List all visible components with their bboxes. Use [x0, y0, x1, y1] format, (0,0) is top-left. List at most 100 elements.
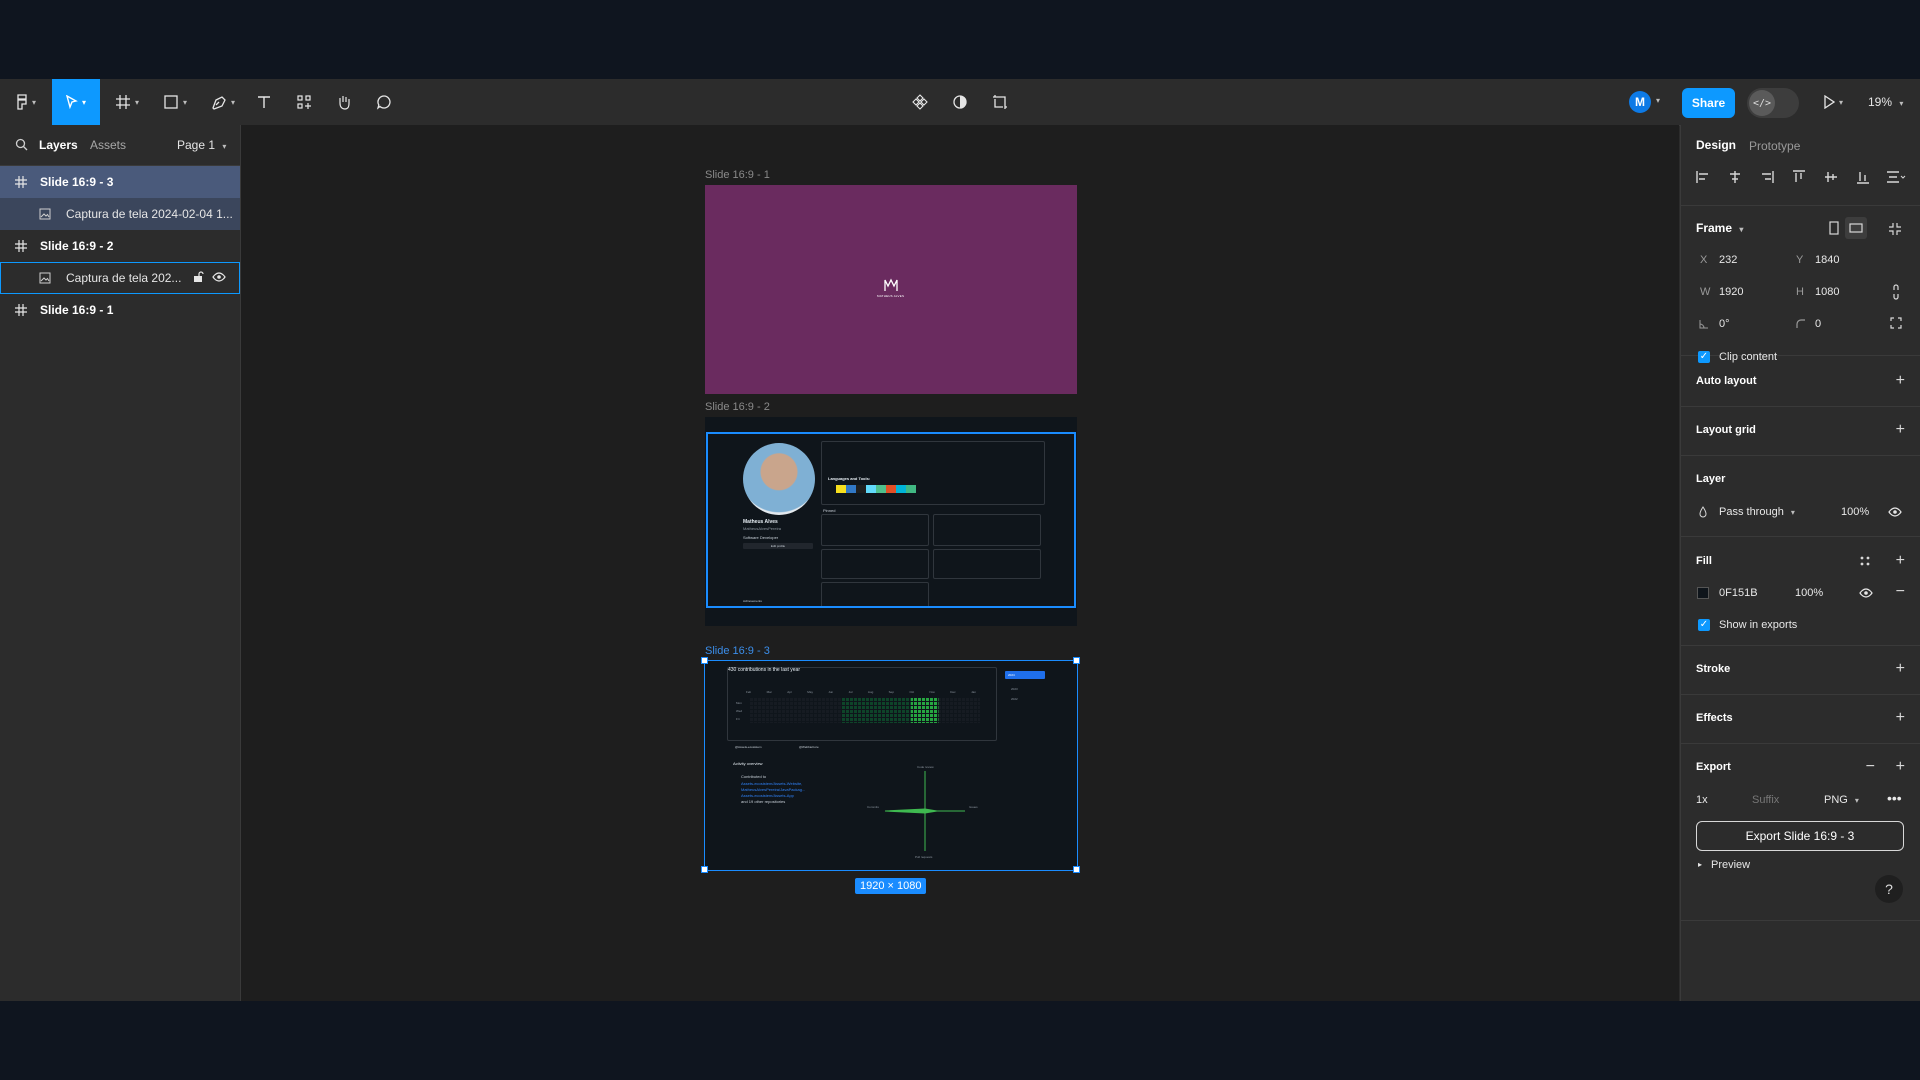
height-input[interactable]: 1080	[1815, 286, 1839, 298]
avatar[interactable]: M	[1629, 91, 1651, 113]
image-icon	[39, 208, 55, 220]
add-layout-grid-button[interactable]: +	[1896, 422, 1905, 438]
align-center-h-icon[interactable]	[1728, 170, 1742, 184]
add-export-button[interactable]: +	[1896, 759, 1905, 775]
fill-color-swatch[interactable]	[1697, 587, 1709, 599]
comment-tool-button[interactable]	[372, 79, 396, 125]
resize-handle[interactable]	[701, 657, 708, 664]
layer-label: Slide 16:9 - 3	[40, 175, 114, 189]
layer-item-image[interactable]: Captura de tela 202...	[0, 262, 240, 294]
style-grid-icon[interactable]	[1859, 555, 1871, 567]
tab-design[interactable]: Design	[1696, 138, 1736, 152]
zoom-dropdown[interactable]: 19% ▾	[1868, 95, 1903, 109]
effects-section: Effects +	[1681, 695, 1920, 744]
slide-2-frame[interactable]: Matheus Alves MatheusAlvesPereira Softwa…	[705, 417, 1077, 626]
image-icon	[39, 272, 55, 284]
independent-corners-icon[interactable]	[1890, 317, 1902, 329]
constrain-proportions-icon[interactable]	[1892, 284, 1900, 300]
resize-handle[interactable]	[1073, 657, 1080, 664]
align-bottom-icon[interactable]	[1856, 170, 1870, 184]
export-format-dropdown[interactable]: PNG ▾	[1824, 794, 1859, 806]
eye-icon[interactable]	[1859, 588, 1873, 598]
frame-hash-icon	[15, 240, 31, 252]
text-tool-button[interactable]	[252, 79, 276, 125]
add-auto-layout-button[interactable]: +	[1896, 373, 1905, 389]
align-right-icon[interactable]	[1760, 170, 1774, 184]
remove-fill-button[interactable]: −	[1896, 584, 1905, 600]
main-menu-button[interactable]: ▾	[10, 79, 42, 125]
eye-icon[interactable]	[1888, 507, 1902, 517]
pen-tool-button[interactable]: ▾	[204, 79, 242, 125]
help-button[interactable]: ?	[1875, 875, 1903, 903]
component-diamond-icon	[912, 94, 928, 110]
resources-tool-button[interactable]	[292, 79, 316, 125]
remove-export-button[interactable]: −	[1866, 759, 1875, 775]
crop-icon	[993, 95, 1007, 109]
chevron-down-icon: ▾	[31, 97, 36, 107]
fill-hex-input[interactable]: 0F151B	[1719, 587, 1758, 599]
hand-tool-button[interactable]	[332, 79, 356, 125]
align-top-icon[interactable]	[1792, 170, 1806, 184]
mask-button[interactable]	[948, 79, 972, 125]
move-tool-button[interactable]: ▾	[52, 79, 100, 125]
fill-opacity-input[interactable]: 100%	[1795, 587, 1823, 599]
share-button[interactable]: Share	[1682, 88, 1735, 118]
pen-icon	[212, 96, 226, 110]
canvas[interactable]: Slide 16:9 - 1 MATHEUS ALVES Slide 16:9 …	[241, 125, 1679, 1001]
y-input[interactable]: 1840	[1815, 254, 1839, 266]
page-selector[interactable]: Page 1 ▾	[177, 138, 226, 152]
slide-3-frame[interactable]: 430 contributions in the last year Feb Ma…	[701, 657, 1080, 873]
show-in-exports-checkbox[interactable]: ✓	[1698, 619, 1710, 631]
selection-outline	[706, 432, 1076, 608]
export-suffix-input[interactable]: Suffix	[1752, 794, 1779, 806]
layer-opacity-input[interactable]: 100%	[1841, 506, 1869, 518]
eye-icon[interactable]	[212, 271, 226, 283]
export-scale-input[interactable]: 1x	[1696, 794, 1708, 806]
tab-prototype[interactable]: Prototype	[1749, 139, 1800, 153]
align-center-v-icon[interactable]	[1824, 170, 1838, 184]
dev-mode-toggle[interactable]: </>	[1747, 88, 1799, 118]
effects-title: Effects	[1696, 712, 1733, 724]
rotation-input[interactable]: 0°	[1719, 318, 1730, 330]
layer-label: Captura de tela 2024-02-04 1...	[66, 207, 233, 221]
layers-panel: Layers Assets Page 1 ▾ Slide 16:9 - 3 Ca…	[0, 125, 241, 1001]
portrait-icon[interactable]	[1829, 221, 1839, 235]
shape-tool-button[interactable]: ▾	[156, 79, 194, 125]
component-button[interactable]	[908, 79, 932, 125]
preview-toggle[interactable]: Preview	[1711, 859, 1750, 871]
width-input[interactable]: 1920	[1719, 286, 1743, 298]
frame-label[interactable]: Slide 16:9 - 1	[705, 169, 770, 181]
unlock-icon[interactable]	[193, 271, 204, 283]
chevron-down-icon[interactable]: ▾	[1656, 96, 1660, 105]
frame-tool-button[interactable]: ▾	[108, 79, 146, 125]
corner-radius-input[interactable]: 0	[1815, 318, 1821, 330]
add-effect-button[interactable]: +	[1896, 710, 1905, 726]
more-options-icon[interactable]: •••	[1887, 790, 1902, 806]
layer-item-slide-2[interactable]: Slide 16:9 - 2	[0, 230, 240, 262]
blend-mode-dropdown[interactable]: Pass through ▾	[1719, 506, 1795, 518]
layer-item-image[interactable]: Captura de tela 2024-02-04 1...	[0, 198, 240, 230]
frame-label[interactable]: Slide 16:9 - 2	[705, 401, 770, 413]
layer-item-slide-3[interactable]: Slide 16:9 - 3	[0, 166, 240, 198]
export-button[interactable]: Export Slide 16:9 - 3	[1696, 821, 1904, 851]
chevron-down-icon: ▾	[230, 97, 235, 107]
add-stroke-button[interactable]: +	[1896, 661, 1905, 677]
add-fill-button[interactable]: +	[1896, 553, 1905, 569]
layer-item-slide-1[interactable]: Slide 16:9 - 1	[0, 294, 240, 326]
x-input[interactable]: 232	[1719, 254, 1737, 266]
landscape-toggle[interactable]	[1845, 217, 1867, 239]
caret-right-icon[interactable]: ▸	[1698, 860, 1702, 869]
align-left-icon[interactable]	[1696, 170, 1710, 184]
search-icon[interactable]	[15, 138, 28, 151]
present-button[interactable]: ▾	[1818, 79, 1848, 125]
slide-1-frame[interactable]: MATHEUS ALVES	[705, 185, 1077, 394]
distribute-icon[interactable]	[1886, 170, 1906, 184]
frame-dropdown[interactable]: Frame ▾	[1696, 221, 1743, 235]
resize-to-fit-icon[interactable]	[1888, 222, 1902, 236]
tab-layers[interactable]: Layers	[39, 138, 78, 152]
resize-handle[interactable]	[701, 866, 708, 873]
resize-handle[interactable]	[1073, 866, 1080, 873]
tab-assets[interactable]: Assets	[90, 138, 126, 152]
frame-label[interactable]: Slide 16:9 - 3	[705, 645, 770, 657]
crop-button[interactable]	[988, 79, 1012, 125]
